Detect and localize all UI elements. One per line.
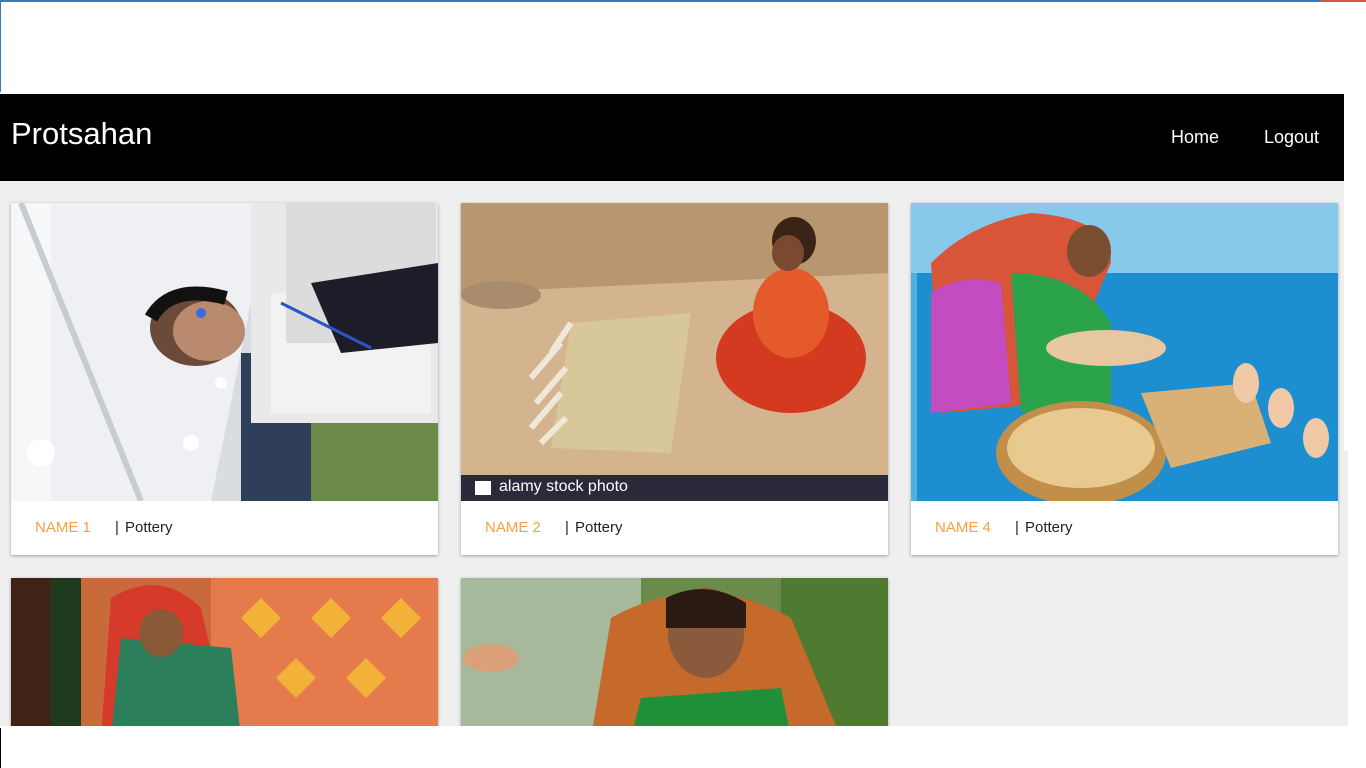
artisan-photo[interactable] <box>911 203 1338 501</box>
artisan-photo[interactable] <box>11 578 438 726</box>
browser-top-strip <box>0 0 1366 2</box>
nav-home-link[interactable]: Home <box>1171 126 1219 148</box>
artisan-card[interactable]: alamy stock photo NAME 2 | Pottery <box>461 203 888 555</box>
artisan-caption: NAME 1 | Pottery <box>11 501 438 555</box>
caption-separator: | <box>1015 519 1019 536</box>
artisan-card[interactable]: NAME 1 | Pottery <box>11 203 438 555</box>
artisan-craft: Pottery <box>1025 519 1073 536</box>
photo-watermark: alamy stock photo <box>499 478 628 495</box>
bottom-edge-line <box>0 728 1 768</box>
artisan-name[interactable]: NAME 4 <box>935 519 991 536</box>
artisan-photo[interactable] <box>461 578 888 726</box>
top-strip-accent <box>1320 0 1366 2</box>
artisan-name[interactable]: NAME 2 <box>485 519 541 536</box>
artisan-card[interactable] <box>461 578 888 726</box>
caption-separator: | <box>115 519 119 536</box>
artisan-name[interactable]: NAME 1 <box>35 519 91 536</box>
artisan-craft: Pottery <box>575 519 623 536</box>
artisan-photo[interactable]: alamy stock photo <box>461 203 888 501</box>
caption-separator: | <box>565 519 569 536</box>
cards-container: NAME 1 | Pottery alamy stock photo NAME … <box>0 181 1348 726</box>
artisan-card[interactable] <box>11 578 438 726</box>
artisan-card[interactable]: NAME 4 | Pottery <box>911 203 1338 555</box>
artisan-caption: NAME 2 | Pottery <box>461 501 888 555</box>
navbar: Protsahan Home Logout <box>0 94 1344 181</box>
artisan-craft: Pottery <box>125 519 173 536</box>
left-edge-line <box>0 2 1 92</box>
page-edge <box>1344 181 1348 451</box>
artisan-caption: NAME 4 | Pottery <box>911 501 1338 555</box>
nav-logout-link[interactable]: Logout <box>1264 126 1319 148</box>
artisan-photo[interactable] <box>11 203 438 501</box>
brand-title[interactable]: Protsahan <box>11 116 152 152</box>
